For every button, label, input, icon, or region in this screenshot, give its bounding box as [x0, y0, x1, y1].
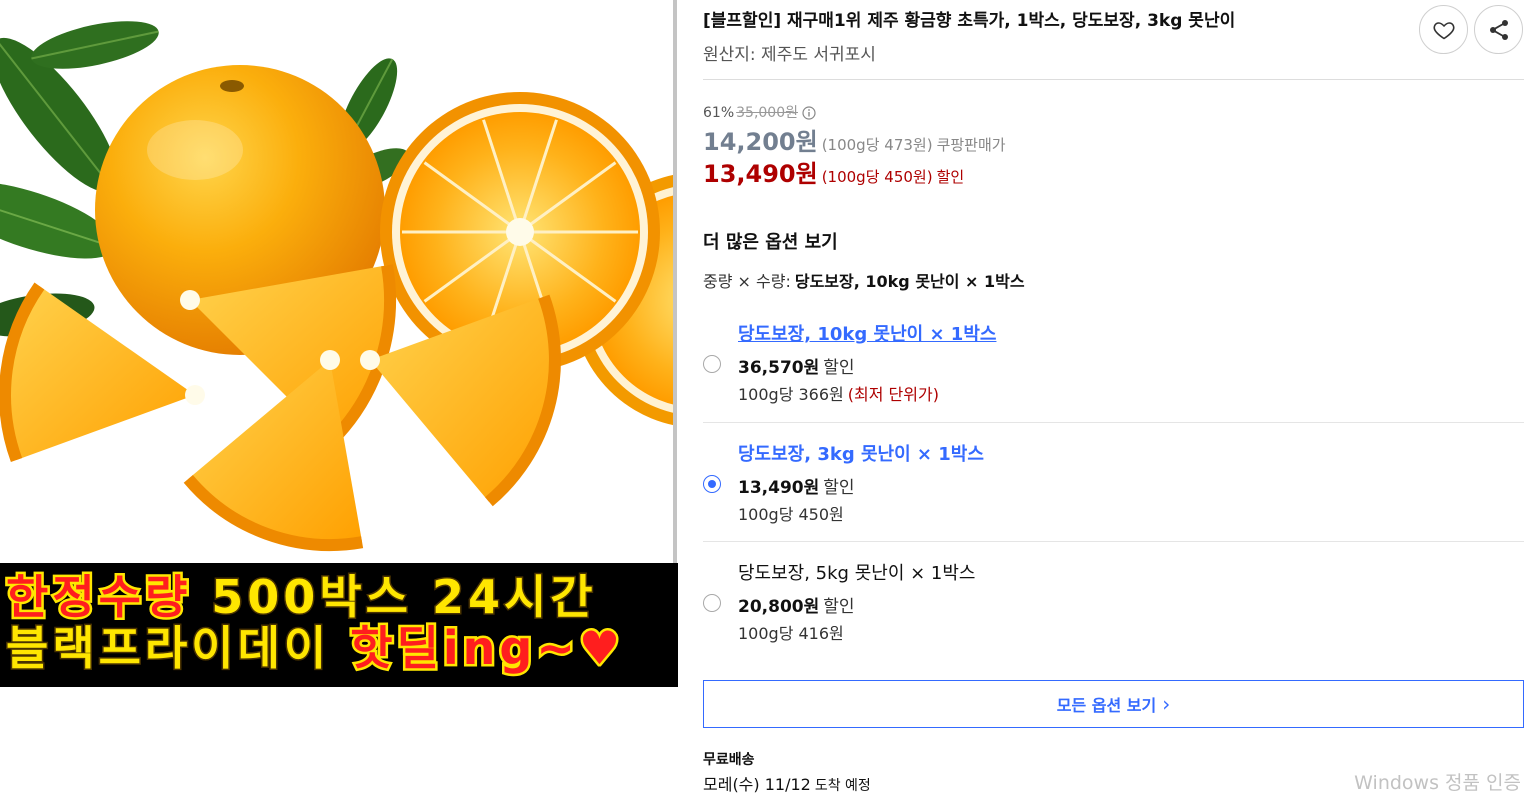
discount-rate: 61% — [703, 105, 735, 121]
option-radio[interactable] — [703, 594, 721, 612]
original-price: 35,000원 — [736, 105, 798, 121]
selected-option-summary: 중량 × 수량: 당도보장, 10kg 못난이 × 1박스 — [703, 271, 1025, 293]
option-price: 36,570원 — [738, 358, 820, 378]
option-name[interactable]: 당도보장, 5kg 못난이 × 1박스 — [738, 562, 975, 586]
selected-option-value: 당도보장, 10kg 못난이 × 1박스 — [794, 272, 1025, 291]
option-radio[interactable] — [703, 355, 721, 373]
promo-banner-line-2: 블랙프라이데이 핫딜ing~♥ — [4, 620, 625, 677]
option-price-line: 13,490원 할인 — [738, 477, 855, 499]
sale-unit-price: (100g당 473원) — [821, 136, 933, 154]
promo-limited-text: 한정수량 — [3, 569, 192, 626]
header-divider — [703, 79, 1524, 80]
sale-price: 14,200원 — [703, 128, 818, 156]
options-heading: 더 많은 옵션 보기 — [703, 232, 838, 253]
sale-price-row: 14,200원 (100g당 473원) 쿠팡판매가 — [703, 127, 1006, 157]
free-shipping-label: 무료배송 — [703, 752, 755, 768]
option-unit-price: 100g당 366원 — [738, 385, 844, 404]
option-price-label: 할인 — [823, 597, 855, 617]
selected-option-label: 중량 × 수량: — [703, 272, 791, 291]
option-unit-line: 100g당 450원 — [738, 504, 844, 526]
option-radio[interactable] — [703, 475, 721, 493]
option-unit-price: 100g당 416원 — [738, 624, 844, 643]
promo-quantity-text: 500박스 24시간 — [210, 570, 597, 625]
final-unit-price: (100g당 450원) — [821, 168, 933, 186]
share-icon — [1489, 19, 1508, 40]
option-price-line: 36,570원 할인 — [738, 357, 855, 379]
option-price-label: 할인 — [823, 358, 855, 378]
option-price: 13,490원 — [738, 478, 820, 498]
promo-hotdeal-text: 핫딜ing~♥ — [348, 620, 625, 677]
promo-banner-line-1: 한정수량 500박스 24시간 — [3, 569, 597, 626]
image-edge-divider — [673, 0, 677, 563]
final-price-label: 할인 — [936, 168, 965, 186]
delivery-date: 모레(수) 11/12 — [703, 775, 811, 794]
option-price: 20,800원 — [738, 597, 820, 617]
info-icon[interactable] — [802, 106, 816, 120]
option-price-label: 할인 — [823, 478, 855, 498]
share-button[interactable] — [1474, 5, 1523, 54]
option-unit-line: 100g당 416원 — [738, 623, 844, 645]
chevron-right-icon: › — [1162, 692, 1171, 716]
lowest-unit-price-note: (최저 단위가) — [847, 385, 939, 404]
sale-price-label: 쿠팡판매가 — [936, 136, 1006, 154]
product-origin: 원산지: 제주도 서귀포시 — [703, 45, 876, 65]
final-price: 13,490원 — [703, 160, 818, 188]
all-options-button[interactable]: 모든 옵션 보기 › — [703, 680, 1524, 728]
option-unit-price: 100g당 450원 — [738, 505, 844, 524]
delivery-eta-text: 도착 예정 — [814, 778, 871, 794]
all-options-label: 모든 옵션 보기 — [1056, 696, 1157, 715]
orange-product-photo — [0, 0, 676, 563]
discount-row: 61% 35,000원 — [703, 103, 816, 123]
windows-activation-watermark: Windows 정품 인증 — [1354, 772, 1521, 794]
option-name[interactable]: 당도보장, 10kg 못난이 × 1박스 — [738, 323, 996, 347]
option-price-line: 20,800원 할인 — [738, 596, 855, 618]
option-item[interactable]: 당도보장, 3kg 못난이 × 1박스 13,490원 할인 100g당 450원 — [703, 422, 1524, 541]
delivery-eta: 모레(수) 11/12 도착 예정 — [703, 774, 871, 797]
option-unit-line: 100g당 366원 (최저 단위가) — [738, 384, 939, 406]
promo-banner: 한정수량 500박스 24시간 블랙프라이데이 핫딜ing~♥ — [0, 563, 678, 687]
heart-icon — [1432, 21, 1455, 39]
promo-blackfriday-text: 블랙프라이데이 — [4, 621, 331, 676]
product-gallery: 한정수량 500박스 24시간 블랙프라이데이 핫딜ing~♥ — [0, 0, 678, 687]
wishlist-button[interactable] — [1419, 5, 1468, 54]
product-title: [블프할인] 재구매1위 제주 황금향 초특가, 1박스, 당도보장, 3kg … — [703, 11, 1236, 31]
final-price-row: 13,490원 (100g당 450원) 할인 — [703, 159, 964, 189]
option-item[interactable]: 당도보장, 5kg 못난이 × 1박스 20,800원 할인 100g당 416원 — [703, 541, 1524, 660]
option-name[interactable]: 당도보장, 3kg 못난이 × 1박스 — [738, 443, 984, 467]
option-item[interactable]: 당도보장, 10kg 못난이 × 1박스 36,570원 할인 100g당 366… — [703, 303, 1524, 422]
